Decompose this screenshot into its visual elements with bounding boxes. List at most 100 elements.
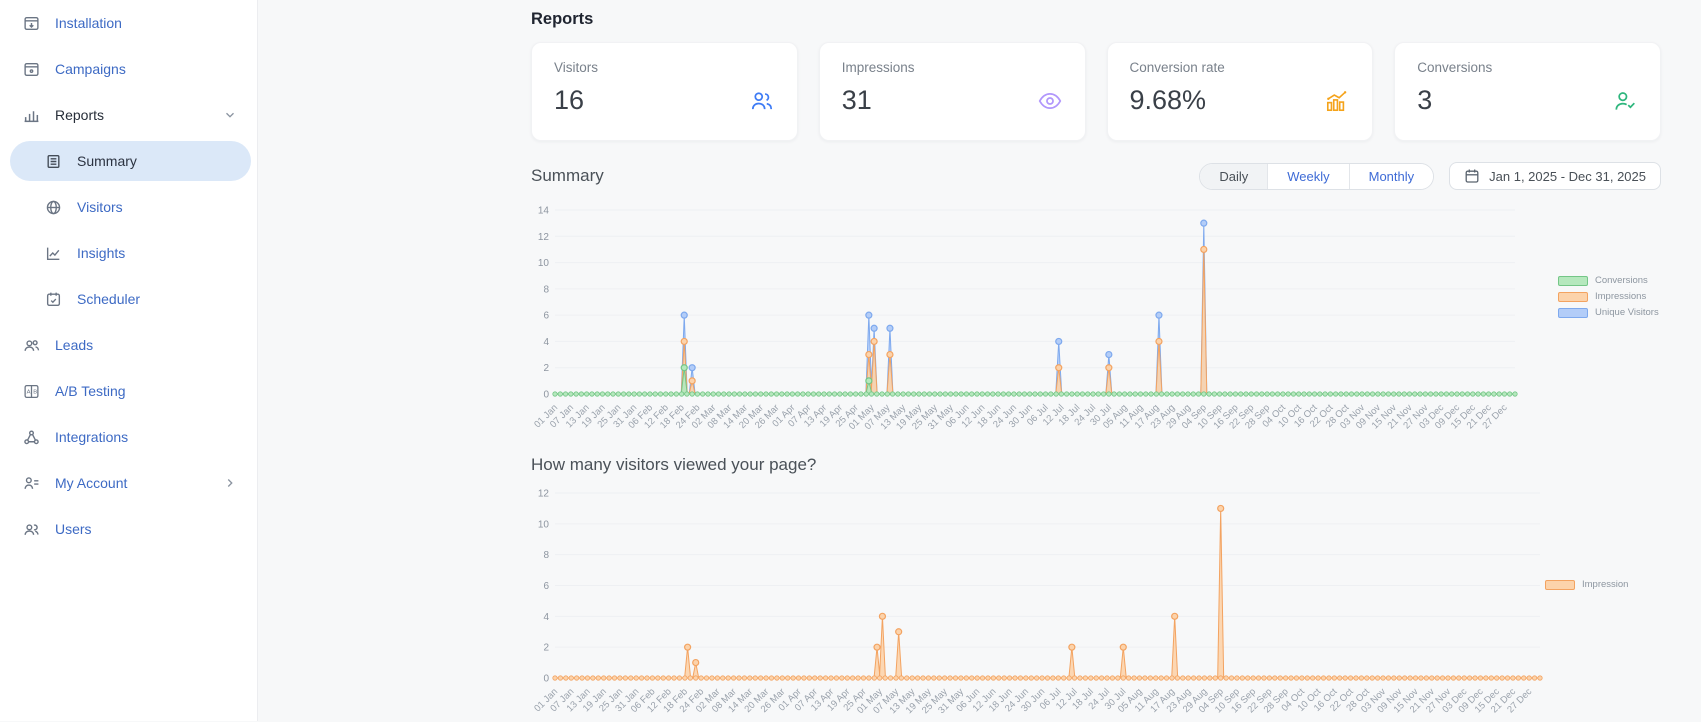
sidebar-item-ab-testing[interactable]: AB A/B Testing	[0, 368, 257, 414]
stat-card-label: Conversion rate	[1130, 60, 1351, 75]
svg-text:2: 2	[543, 363, 549, 374]
reports-icon	[22, 107, 40, 124]
svg-text:12: 12	[538, 232, 550, 243]
bar-chart-trend-icon	[1324, 88, 1350, 114]
legend-swatch	[1558, 276, 1588, 286]
stat-card-label: Visitors	[554, 60, 775, 75]
impressions-chart: 02468101201 Jan07 Jan13 Jan19 Jan25 Jan3…	[531, 479, 1661, 722]
svg-text:A: A	[26, 389, 30, 395]
svg-text:4: 4	[543, 337, 549, 348]
leads-icon	[22, 337, 40, 354]
sidebar-item-leads[interactable]: Leads	[0, 322, 257, 368]
stat-card-conversion-rate: Conversion rate 9.68%	[1107, 42, 1374, 141]
summary-header: Summary Daily Weekly Monthly Jan 1, 2025…	[531, 161, 1661, 191]
svg-text:6: 6	[543, 581, 549, 592]
svg-text:0: 0	[543, 674, 549, 685]
svg-text:B: B	[33, 389, 37, 395]
stat-card-value: 3	[1417, 87, 1432, 114]
legend-item: Conversions	[1558, 275, 1659, 286]
sidebar-item-installation[interactable]: Installation	[0, 0, 257, 46]
sidebar-item-label: Campaigns	[55, 61, 126, 77]
stat-card-label: Impressions	[842, 60, 1063, 75]
impressions-chart-container: 02468101201 Jan07 Jan13 Jan19 Jan25 Jan3…	[531, 479, 1661, 722]
legend-label: Impressions	[1595, 291, 1646, 302]
eye-icon	[1037, 88, 1063, 114]
summary-chart: 0246810121401 Jan07 Jan13 Jan19 Jan25 Ja…	[531, 193, 1661, 443]
legend-label: Unique Visitors	[1595, 307, 1659, 318]
stat-card-conversions: Conversions 3	[1394, 42, 1661, 141]
calendar-icon	[1464, 168, 1480, 184]
campaigns-icon	[22, 61, 40, 78]
legend-item: Impression	[1545, 579, 1628, 590]
legend-item: Unique Visitors	[1558, 307, 1659, 318]
integrations-icon	[22, 429, 40, 446]
summary-title: Summary	[531, 166, 604, 186]
globe-icon	[44, 199, 62, 216]
sidebar-item-summary[interactable]: Summary	[10, 141, 251, 181]
legend-item: Impressions	[1558, 291, 1659, 302]
main-content: Reports Visitors 16 Impressions 31 Conve…	[531, 0, 1661, 722]
svg-text:12: 12	[538, 489, 550, 500]
sidebar-item-scheduler[interactable]: Scheduler	[0, 276, 257, 322]
scheduler-icon	[44, 291, 62, 308]
sidebar-item-label: Visitors	[77, 199, 123, 215]
sidebar-nav: Installation Campaigns Reports Summary	[0, 0, 257, 552]
installation-icon	[22, 15, 40, 32]
sidebar-item-label: Integrations	[55, 429, 128, 445]
sidebar-item-label: Scheduler	[77, 291, 140, 307]
sidebar-item-campaigns[interactable]: Campaigns	[0, 46, 257, 92]
stat-card-value: 9.68%	[1130, 87, 1207, 114]
sidebar-item-label: My Account	[55, 475, 127, 491]
legend-label: Conversions	[1595, 275, 1648, 286]
sidebar-item-reports[interactable]: Reports	[0, 92, 257, 138]
range-toggle: Daily Weekly Monthly	[1199, 163, 1434, 190]
page-title: Reports	[531, 10, 1661, 29]
summary-chart-container: 0246810121401 Jan07 Jan13 Jan19 Jan25 Ja…	[531, 193, 1661, 443]
stat-card-visitors: Visitors 16	[531, 42, 798, 141]
chevron-right-icon	[223, 476, 237, 490]
stat-card-value: 16	[554, 87, 584, 114]
summary-chart-legend: Conversions Impressions Unique Visitors	[1558, 275, 1659, 318]
range-monthly-button[interactable]: Monthly	[1349, 164, 1434, 189]
sidebar-item-label: Insights	[77, 245, 125, 261]
date-range-label: Jan 1, 2025 - Dec 31, 2025	[1489, 169, 1646, 184]
legend-swatch	[1558, 292, 1588, 302]
svg-text:4: 4	[543, 612, 549, 623]
visitors-chart-title: How many visitors viewed your page?	[531, 455, 1661, 475]
people-icon	[749, 88, 775, 114]
svg-text:8: 8	[543, 284, 549, 295]
sidebar-item-label: Installation	[55, 15, 122, 31]
sidebar-item-users[interactable]: Users	[0, 506, 257, 552]
insights-icon	[44, 245, 62, 262]
stat-card-impressions: Impressions 31	[819, 42, 1086, 141]
impressions-chart-legend: Impression	[1545, 579, 1628, 590]
sidebar: Installation Campaigns Reports Summary	[0, 0, 258, 721]
sidebar-item-my-account[interactable]: My Account	[0, 460, 257, 506]
legend-label: Impression	[1582, 579, 1628, 590]
legend-swatch	[1558, 308, 1588, 318]
sidebar-item-label: A/B Testing	[55, 383, 126, 399]
svg-text:10: 10	[538, 258, 550, 269]
summary-icon	[44, 153, 62, 170]
stat-card-label: Conversions	[1417, 60, 1638, 75]
sidebar-item-visitors[interactable]: Visitors	[0, 184, 257, 230]
range-weekly-button[interactable]: Weekly	[1267, 164, 1348, 189]
range-daily-button[interactable]: Daily	[1200, 164, 1267, 189]
my-account-icon	[22, 475, 40, 492]
chevron-down-icon	[223, 108, 237, 122]
sidebar-item-label: Leads	[55, 337, 93, 353]
person-check-icon	[1612, 88, 1638, 114]
stat-card-value: 31	[842, 87, 872, 114]
stat-cards: Visitors 16 Impressions 31 Conversion ra…	[531, 42, 1661, 141]
svg-text:2: 2	[543, 643, 549, 654]
ab-testing-icon: AB	[22, 383, 40, 400]
svg-text:8: 8	[543, 550, 549, 561]
sidebar-item-insights[interactable]: Insights	[0, 230, 257, 276]
svg-text:10: 10	[538, 519, 550, 530]
sidebar-item-label: Users	[55, 521, 92, 537]
date-range-button[interactable]: Jan 1, 2025 - Dec 31, 2025	[1449, 162, 1661, 190]
legend-swatch	[1545, 580, 1575, 590]
svg-text:0: 0	[543, 390, 549, 401]
sidebar-item-integrations[interactable]: Integrations	[0, 414, 257, 460]
sidebar-item-label: Summary	[77, 153, 137, 169]
